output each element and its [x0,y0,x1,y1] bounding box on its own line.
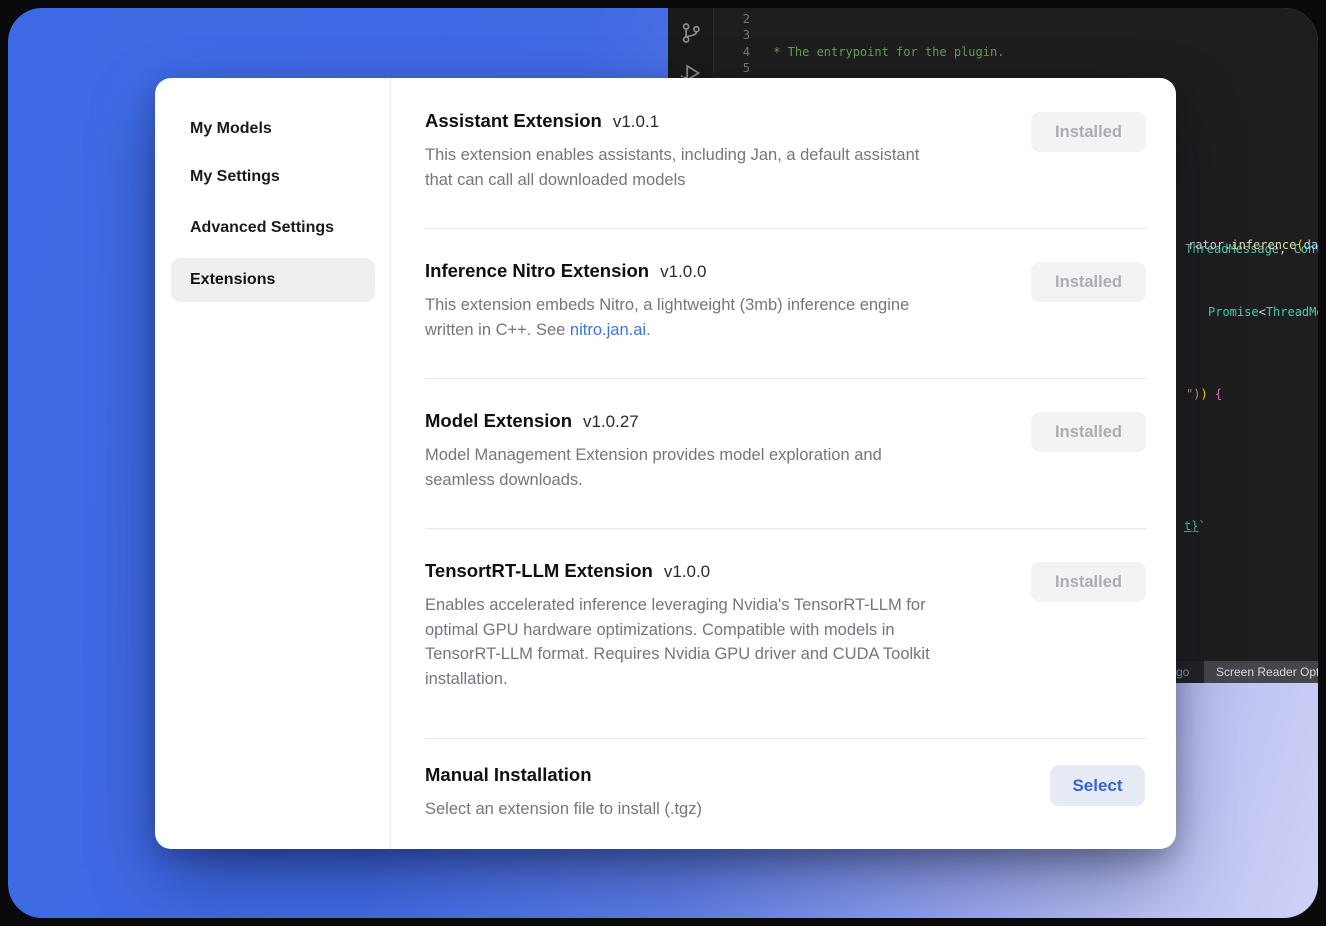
token-brace: { [1215,387,1222,401]
installed-button[interactable]: Installed [1031,112,1146,152]
token-string: ") [1186,387,1200,401]
installed-button[interactable]: Installed [1031,262,1146,302]
sidebar-item-extensions[interactable]: Extensions [171,258,375,302]
token-punct: < [1259,305,1266,319]
token-function: inference [1231,238,1296,252]
settings-card: My Models My Settings Advanced Settings … [155,78,1176,849]
manual-installation-description: Select an extension file to install (.tg… [425,797,1055,822]
extension-row-assistant: Assistant Extension v1.0.1 This extensio… [425,110,1055,192]
code-line-comment: * The entrypoint for the plugin. [766,44,1318,60]
hero-gradient-panel: 2 3 4 5 6 * The entrypoint for the plugi… [8,8,1318,918]
installed-button[interactable]: Installed [1031,562,1146,602]
status-text: go [1176,661,1189,683]
manual-installation-title-row: Manual Installation [425,764,1055,786]
code-fragment-inference: rator.inference(data)); [1188,237,1318,253]
divider [425,378,1146,379]
extension-description: This extension embeds Nitro, a lightweig… [425,293,1055,342]
select-extension-file-button[interactable]: Select [1050,765,1145,806]
extension-description: Model Management Extension provides mode… [425,443,1055,492]
token-type: Promise [1208,305,1259,319]
token-punct: rator. [1188,238,1231,252]
extension-description: Enables accelerated inference leveraging… [425,593,1055,691]
extension-row-inference-nitro: Inference Nitro Extension v1.0.0 This ex… [425,260,1055,342]
sidebar-item-my-models[interactable]: My Models [190,120,272,138]
extension-title: TensortRT-LLM Extension v1.0.0 [425,560,1055,582]
extension-name: Assistant Extension [425,110,602,132]
token-brace: ( [1296,238,1303,252]
extension-row-tensorrt-llm: TensortRT-LLM Extension v1.0.0 Enables a… [425,560,1055,691]
extension-version: v1.0.1 [613,112,659,132]
line-number: 2 [718,11,750,27]
manual-installation-title: Manual Installation [425,764,592,786]
sidebar-item-label: Extensions [190,258,275,302]
extension-name: Inference Nitro Extension [425,260,649,282]
installed-button[interactable]: Installed [1031,412,1146,452]
code-fragment-template: t}` [1184,518,1206,534]
extension-title: Model Extension v1.0.27 [425,410,1055,432]
manual-installation-row: Manual Installation Select an extension … [425,764,1055,822]
extension-version: v1.0.0 [660,262,706,282]
extension-title: Inference Nitro Extension v1.0.0 [425,260,1055,282]
extension-name: TensortRT-LLM Extension [425,560,653,582]
divider [425,528,1146,529]
token-brace: ) [1200,387,1214,401]
extension-row-model: Model Extension v1.0.27 Model Management… [425,410,1055,492]
settings-sidebar: My Models My Settings Advanced Settings … [155,78,391,849]
sidebar-item-my-settings[interactable]: My Settings [190,168,280,186]
token-variable: data [1304,238,1318,252]
token-type: ThreadMessage [1266,305,1318,319]
extension-description: This extension enables assistants, inclu… [425,143,1055,192]
token-backtick: ` [1198,519,1205,533]
extension-title: Assistant Extension v1.0.1 [425,110,1055,132]
divider [425,228,1146,229]
description-text: . [646,321,651,339]
line-number: 3 [718,27,750,43]
source-control-icon[interactable] [678,20,704,46]
code-fragment-closing: ")) { [1186,386,1222,402]
line-number: 4 [718,44,750,60]
code-fragment-promise: Promise<ThreadMessage> [1208,304,1318,320]
screen-reader-optimize-status[interactable]: Screen Reader Optimize [1204,661,1318,683]
extension-name: Model Extension [425,410,572,432]
sidebar-item-advanced-settings[interactable]: Advanced Settings [190,219,334,237]
token-template-end: t} [1184,519,1198,533]
extension-version: v1.0.27 [583,412,639,432]
extension-version: v1.0.0 [664,562,710,582]
divider [425,738,1146,739]
line-number: 5 [718,60,750,76]
nitro-jan-ai-link[interactable]: nitro.jan.ai [570,321,646,339]
description-text: This extension embeds Nitro, a lightweig… [425,296,909,339]
